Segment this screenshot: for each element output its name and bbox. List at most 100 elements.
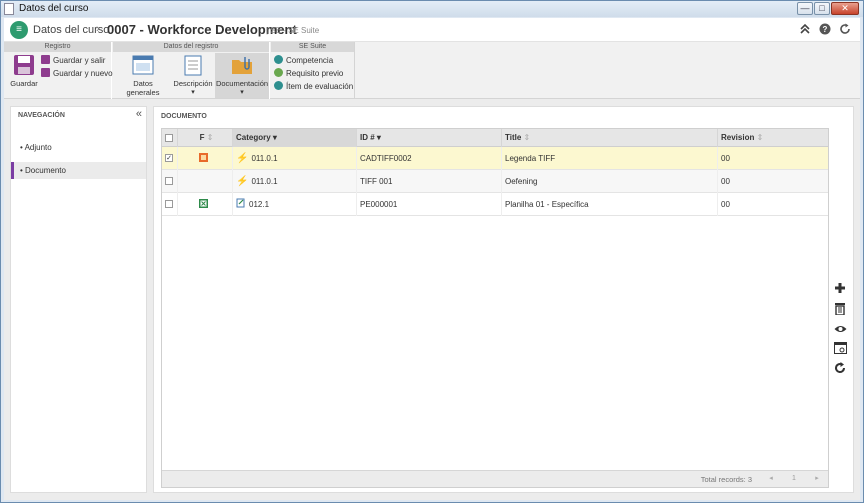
lightning-icon: ⚡ (236, 176, 249, 187)
table-footer: Total records: 3 ◂ 1 ▸ (162, 470, 828, 487)
refresh-icon[interactable] (838, 23, 852, 37)
spreadsheet-file-icon (199, 199, 208, 208)
revision-cell: 00 (721, 200, 730, 209)
column-header-id[interactable]: ID # ▾ (357, 129, 502, 147)
documents-table: F ⇕ Category ▾ ID # ▾ Title ⇕ Revision ⇕… (161, 128, 829, 488)
panel-title: DOCUMENTO (161, 113, 207, 120)
table-row[interactable]: ✓ ⚡ 011.0.1 CADTIFF0002 Legenda TIFF 00 (162, 147, 828, 170)
column-header-title[interactable]: Title ⇕ (502, 129, 718, 147)
nav-item-label: Documento (25, 166, 66, 175)
revision-cell: 00 (721, 154, 730, 163)
row-checkbox-checked[interactable]: ✓ (165, 154, 173, 162)
format-cell (178, 147, 233, 170)
descripcion-button[interactable]: Descripción ▾ (173, 54, 213, 96)
row-checkbox[interactable] (165, 200, 173, 208)
datos-generales-label: Datos generales (126, 79, 160, 97)
guardar-y-nuevo-button[interactable]: Guardar y nuevo (41, 68, 113, 80)
window-doc-icon (4, 3, 14, 15)
revision-cell: 00 (721, 177, 730, 186)
chevron-down-icon: ▾ (240, 89, 244, 96)
table-row[interactable]: ⚡ 011.0.1 TIFF 001 Oefening 00 (162, 170, 828, 193)
item-evaluacion-icon (274, 81, 283, 90)
window-form-icon (132, 54, 154, 76)
nav-item-documento[interactable]: • Documento (11, 162, 146, 179)
ribbon-group-registro: Registro Guardar Guardar y salir Guardar… (4, 42, 113, 99)
view-doc-icon[interactable] (832, 342, 848, 358)
column-header-revision[interactable]: Revision ⇕ (718, 129, 828, 147)
id-cell: CADTIFF0002 (357, 147, 502, 170)
row-select-cell (162, 170, 178, 193)
id-cell: TIFF 001 (357, 170, 502, 193)
close-button[interactable]: ✕ (831, 2, 859, 15)
requisito-icon (274, 68, 283, 77)
help-icon[interactable]: ? (818, 23, 832, 37)
competencia-button[interactable]: Competencia (274, 55, 333, 67)
row-select-cell (162, 193, 178, 216)
table-row[interactable]: 012.1 PE000001 Planilha 01 - Específica … (162, 193, 828, 216)
category-cell: ⚡ 011.0.1 (233, 170, 357, 193)
breadcrumb-suite: | SE - SE Suite (266, 26, 320, 35)
next-page-icon[interactable]: ▸ (812, 474, 822, 484)
app: ≡ Datos del curso › 0007 - Workforce Dev… (4, 18, 860, 500)
format-cell (178, 193, 233, 216)
select-all-cell[interactable] (162, 129, 178, 147)
maximize-button[interactable]: □ (814, 2, 830, 15)
id-cell: PE000001 (357, 193, 502, 216)
save-new-icon (41, 68, 50, 77)
documentacion-label: Documentación (215, 79, 269, 88)
item-evaluacion-button[interactable]: Ítem de evaluación (274, 81, 353, 93)
folder-clip-icon (231, 54, 253, 76)
column-header-f[interactable]: F ⇕ (178, 129, 233, 147)
requisito-previo-label: Requisito previo (286, 69, 344, 78)
image-file-icon (199, 153, 208, 162)
window: Datos del curso — □ ✕ ≡ Datos del curso … (0, 0, 864, 503)
ribbon-group-label: SE Suite (271, 42, 354, 52)
ribbon-toolbar: Registro Guardar Guardar y salir Guardar… (4, 42, 860, 99)
documentacion-button[interactable]: Documentación ▾ (215, 53, 269, 98)
document-panel: DOCUMENTO F ⇕ Category ▾ ID # ▾ Title ⇕ … (153, 106, 854, 493)
guardar-y-salir-button[interactable]: Guardar y salir (41, 55, 105, 67)
svg-text:?: ? (823, 25, 828, 34)
save-icon (13, 54, 35, 76)
notepad-icon (182, 54, 204, 76)
title-bar: Datos del curso — □ ✕ (1, 1, 863, 17)
ribbon-group-datos-registro: Datos del registro Datos generales Descr… (113, 42, 270, 99)
format-cell (178, 170, 233, 193)
nav-item-adjunto[interactable]: • Adjunto (11, 139, 146, 156)
guardar-label: Guardar (10, 79, 38, 88)
refresh-list-icon[interactable] (832, 362, 848, 378)
item-evaluacion-label: Ítem de evaluación (286, 82, 354, 91)
nav-item-label: Adjunto (24, 143, 52, 152)
competencia-label: Competencia (286, 56, 334, 65)
course-logo-icon: ≡ (10, 21, 28, 39)
window-title: Datos del curso (19, 3, 89, 14)
chevron-down-icon: ▾ (191, 89, 195, 96)
minimize-button[interactable]: — (797, 2, 813, 15)
page-number[interactable]: 1 (789, 474, 799, 484)
guardar-y-salir-label: Guardar y salir (53, 56, 106, 65)
guardar-y-nuevo-label: Guardar y nuevo (53, 69, 113, 78)
category-cell: ⚡ 011.0.1 (233, 147, 357, 170)
datos-generales-button[interactable]: Datos generales (117, 54, 169, 97)
breadcrumb-separator-icon: › (96, 23, 100, 35)
add-icon[interactable] (832, 282, 848, 298)
up-chevrons-icon[interactable] (798, 23, 812, 37)
document-link-icon (236, 198, 245, 208)
column-header-category[interactable]: Category ▾ (233, 129, 357, 147)
descripcion-label: Descripción (173, 79, 213, 88)
collapse-icon[interactable]: « (136, 108, 142, 120)
trash-icon[interactable] (832, 302, 848, 318)
row-checkbox[interactable] (165, 177, 173, 185)
ribbon-group-label: Registro (4, 42, 111, 52)
title-cell: Planilha 01 - Específica (502, 193, 718, 216)
select-all-checkbox[interactable] (165, 134, 173, 142)
requisito-previo-button[interactable]: Requisito previo (274, 68, 343, 80)
title-cell: Legenda TIFF (502, 147, 718, 170)
total-records: Total records: 3 (700, 475, 752, 484)
eye-icon[interactable] (832, 322, 848, 338)
guardar-button[interactable]: Guardar (7, 54, 41, 88)
table-header: F ⇕ Category ▾ ID # ▾ Title ⇕ Revision ⇕ (162, 129, 828, 147)
category-cell: 012.1 (233, 193, 357, 216)
prev-page-icon[interactable]: ◂ (766, 474, 776, 484)
ribbon-group-se-suite: SE Suite Competencia Requisito previo Ít… (271, 42, 355, 99)
